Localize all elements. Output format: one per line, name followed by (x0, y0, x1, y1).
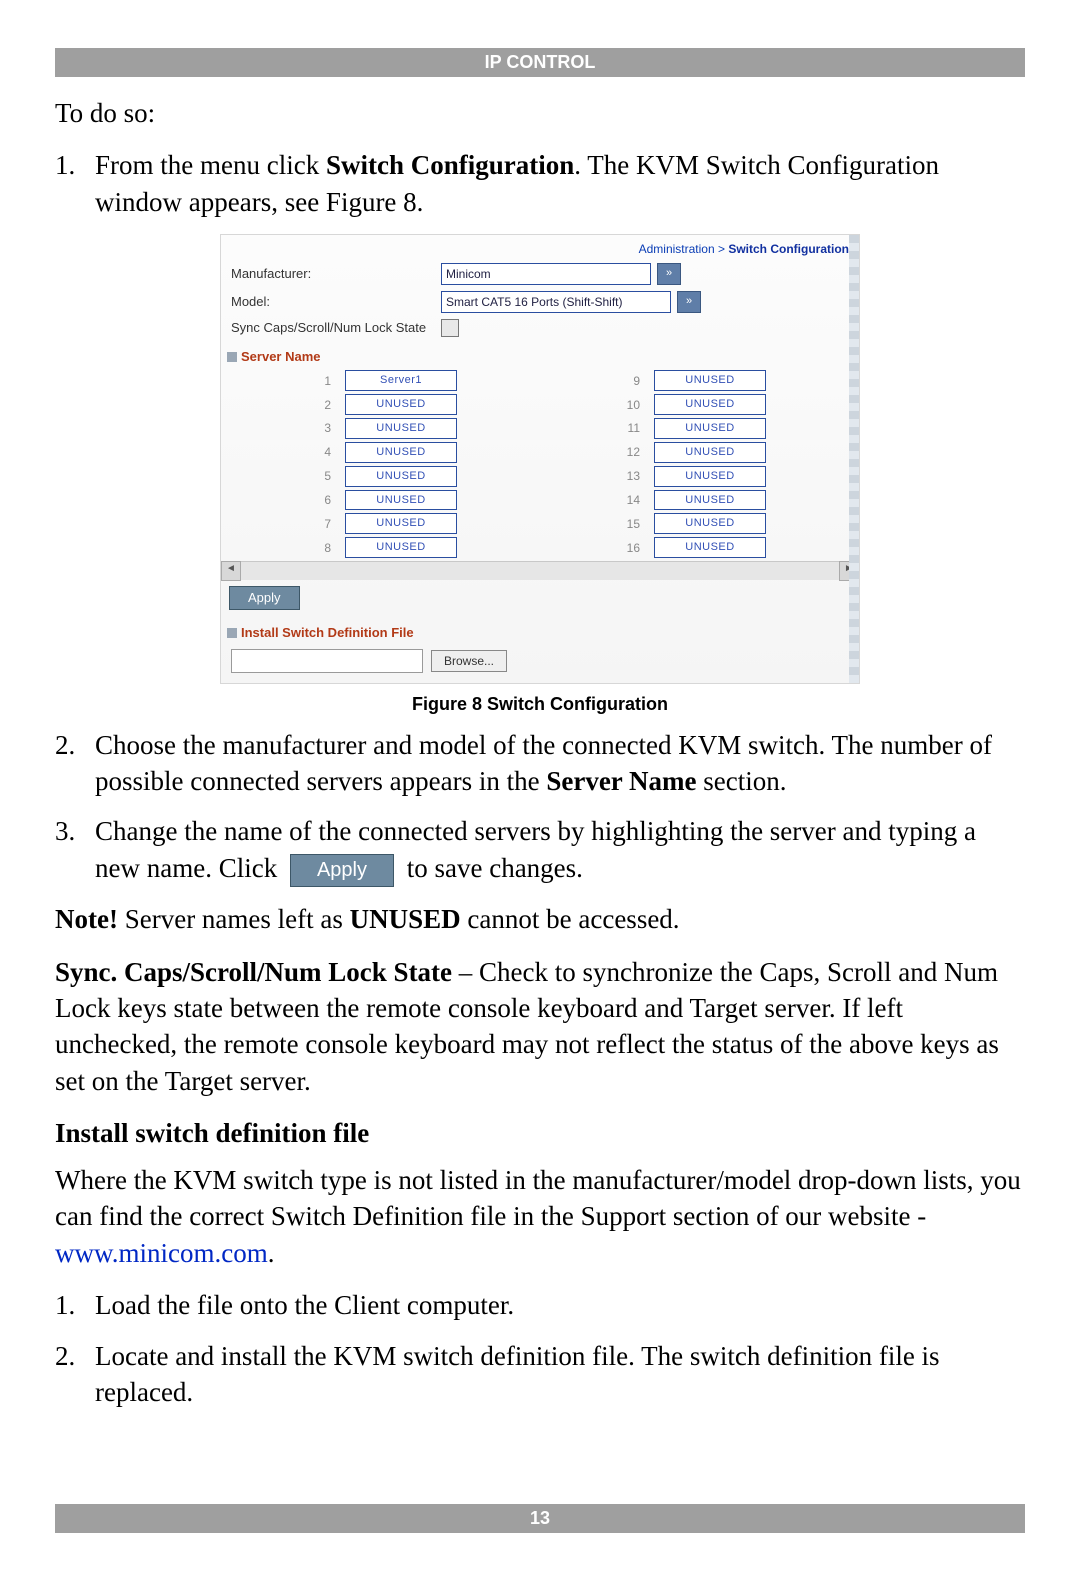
figure-8: Administration > Switch Configuration Ma… (220, 234, 860, 716)
server-index: 12 (540, 444, 654, 460)
intro-text: To do so: (55, 95, 1025, 131)
server-index: 3 (231, 420, 345, 436)
text: Server names left as (118, 904, 350, 934)
text: section. (697, 766, 787, 796)
server-index: 10 (540, 397, 654, 413)
text: . (268, 1238, 275, 1268)
bold-text: Server Name (546, 766, 696, 796)
step-number: 1. (55, 147, 95, 220)
server-name-cell[interactable]: UNUSED (654, 442, 766, 463)
server-name-cell[interactable]: UNUSED (654, 466, 766, 487)
server-name-cell[interactable]: UNUSED (345, 490, 457, 511)
sync-paragraph: Sync. Caps/Scroll/Num Lock State – Check… (55, 954, 1025, 1100)
breadcrumb: Administration > Switch Configuration (221, 235, 859, 259)
sync-lock-checkbox[interactable] (441, 319, 459, 337)
apply-button[interactable]: Apply (229, 586, 300, 610)
step-body: Choose the manufacturer and model of the… (95, 727, 1025, 800)
window-right-edge-deco (849, 235, 859, 683)
server-index: 4 (231, 444, 345, 460)
server-grid: 1Server12UNUSED3UNUSED4UNUSED5UNUSED6UNU… (221, 367, 859, 561)
server-index: 5 (231, 468, 345, 484)
text: cannot be accessed. (461, 904, 680, 934)
text: Choose the manufacturer and model of the… (95, 730, 992, 796)
note-paragraph: Note! Server names left as UNUSED cannot… (55, 901, 1025, 937)
server-name-cell[interactable]: UNUSED (654, 370, 766, 391)
step-number: 2. (55, 1338, 95, 1411)
server-name-cell[interactable]: UNUSED (654, 513, 766, 534)
step-body: Change the name of the connected servers… (95, 813, 1025, 887)
model-select[interactable]: Smart CAT5 16 Ports (Shift-Shift) (441, 291, 671, 313)
step-body: Locate and install the KVM switch defini… (95, 1338, 1025, 1411)
page-header: IP CONTROL (55, 48, 1025, 77)
steps-list-a-cont: 2. Choose the manufacturer and model of … (55, 727, 1025, 888)
server-name-cell[interactable]: UNUSED (345, 537, 457, 558)
manufacturer-label: Manufacturer: (231, 265, 441, 283)
server-name-header: Server Name (221, 340, 859, 368)
bold-text: UNUSED (350, 904, 461, 934)
step-number: 2. (55, 727, 95, 800)
switch-config-window: Administration > Switch Configuration Ma… (220, 234, 860, 684)
server-index: 1 (231, 373, 345, 389)
server-name-cell[interactable]: UNUSED (345, 513, 457, 534)
server-name-cell[interactable]: UNUSED (345, 442, 457, 463)
step-body: From the menu click Switch Configuration… (95, 147, 1025, 220)
server-name-cell[interactable]: UNUSED (654, 394, 766, 415)
step-body: Load the file onto the Client computer. (95, 1287, 1025, 1323)
server-index: 14 (540, 492, 654, 508)
horizontal-scrollbar[interactable]: ◄ ► (221, 561, 859, 580)
server-name-cell[interactable]: UNUSED (654, 490, 766, 511)
text: to save changes. (400, 853, 583, 883)
install-file-header: Install Switch Definition File (221, 616, 859, 644)
page-content: To do so: 1. From the menu click Switch … (0, 77, 1080, 1410)
server-index: 9 (540, 373, 654, 389)
server-index: 16 (540, 540, 654, 556)
dropdown-icon[interactable]: » (677, 291, 701, 313)
steps-list-b: 1. Load the file onto the Client compute… (55, 1287, 1025, 1410)
server-name-cell[interactable]: UNUSED (654, 418, 766, 439)
server-index: 8 (231, 540, 345, 556)
figure-caption: Figure 8 Switch Configuration (220, 692, 860, 716)
bold-text: Switch Configuration (326, 150, 574, 180)
server-name-cell[interactable]: UNUSED (345, 418, 457, 439)
scroll-left-icon[interactable]: ◄ (221, 561, 241, 581)
server-name-cell[interactable]: UNUSED (345, 466, 457, 487)
inline-apply-button: Apply (290, 854, 394, 887)
server-index: 6 (231, 492, 345, 508)
text: From the menu click (95, 150, 326, 180)
server-name-cell[interactable]: UNUSED (654, 537, 766, 558)
dropdown-icon[interactable]: » (657, 263, 681, 285)
manufacturer-select[interactable]: Minicom (441, 263, 651, 285)
page-footer: 13 (55, 1504, 1025, 1533)
server-index: 2 (231, 397, 345, 413)
step-number: 1. (55, 1287, 95, 1323)
sync-lock-label: Sync Caps/Scroll/Num Lock State (231, 319, 441, 337)
server-index: 13 (540, 468, 654, 484)
model-label: Model: (231, 293, 441, 311)
website-link[interactable]: www.minicom.com (55, 1238, 268, 1268)
server-index: 7 (231, 516, 345, 532)
breadcrumb-path: Administration > (639, 242, 729, 256)
browse-button[interactable]: Browse... (431, 650, 507, 672)
server-index: 11 (540, 420, 654, 436)
install-paragraph: Where the KVM switch type is not listed … (55, 1162, 1025, 1271)
breadcrumb-current: Switch Configuration (728, 242, 849, 256)
file-path-input[interactable] (231, 649, 423, 673)
text: Where the KVM switch type is not listed … (55, 1165, 1021, 1231)
steps-list-a: 1. From the menu click Switch Configurat… (55, 147, 1025, 220)
subsection-heading: Install switch definition file (55, 1115, 1025, 1151)
server-name-cell[interactable]: UNUSED (345, 394, 457, 415)
step-number: 3. (55, 813, 95, 887)
note-label: Note! (55, 904, 118, 934)
server-name-cell[interactable]: Server1 (345, 370, 457, 391)
bold-text: Sync. Caps/Scroll/Num Lock State (55, 957, 452, 987)
server-index: 15 (540, 516, 654, 532)
